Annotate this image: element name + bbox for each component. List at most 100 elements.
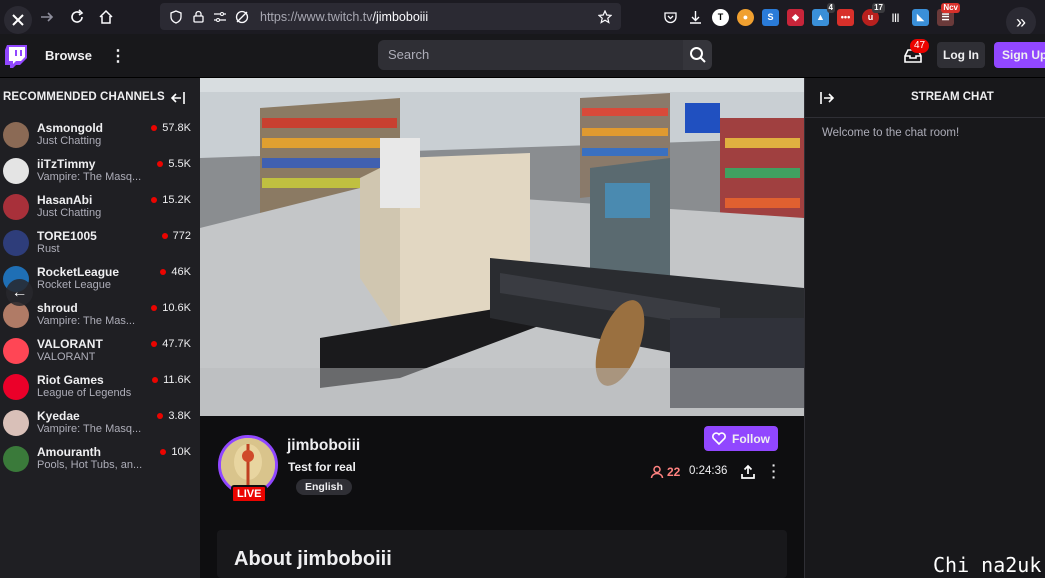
streamer-name[interactable]: jimboboiii <box>287 437 360 455</box>
channel-name: RocketLeague <box>37 265 120 279</box>
channel-name: iiTzTimmy <box>37 157 96 171</box>
collapse-sidebar-icon[interactable] <box>170 90 186 106</box>
chat-header: STREAM CHAT <box>805 78 1045 118</box>
dots-extension-icon[interactable]: ••• <box>837 8 854 26</box>
stream-chat: STREAM CHAT Welcome to the chat room! <box>804 78 1045 578</box>
sidebar: RECOMMENDED CHANNELS Asmongold Just Chatt… <box>0 78 200 578</box>
url-text[interactable]: https://www.twitch.tv/jimboboiii <box>260 10 595 24</box>
channel-viewers: 10.6K <box>151 302 191 314</box>
search-icon <box>689 47 706 63</box>
sidebar-channel[interactable]: Asmongold Just Chatting 57.8K <box>0 118 200 154</box>
live-dot-icon <box>161 233 168 239</box>
forward-button[interactable] <box>32 2 62 32</box>
close-tab-button[interactable] <box>4 6 32 34</box>
shield-extension-icon[interactable]: ◆ <box>787 8 804 26</box>
channel-viewer-count: 15.2K <box>162 194 191 206</box>
heart-icon <box>712 432 726 445</box>
url-host: https://www.twitch.tv <box>260 9 373 24</box>
ncv-extension-icon[interactable]: ☰ Ncv <box>937 2 960 26</box>
screenshot-extension-icon[interactable]: ◣ <box>912 8 929 26</box>
channel-category: VALORANT <box>37 351 96 363</box>
cookie-extension-icon[interactable]: ● <box>737 8 754 26</box>
search-input[interactable]: Search <box>378 40 683 70</box>
permissions-icon[interactable] <box>210 7 230 27</box>
channel-avatar <box>3 158 29 184</box>
channel-viewers: 57.8K <box>151 122 191 134</box>
follow-button[interactable]: Follow <box>704 426 778 451</box>
reload-button[interactable] <box>62 2 92 32</box>
channel-category: Vampire: The Masq... <box>37 171 142 183</box>
live-badge: LIVE <box>231 485 268 503</box>
channel-category: Just Chatting <box>37 207 102 219</box>
s-extension-icon[interactable]: S <box>762 8 779 26</box>
sidebar-channel[interactable]: Kyedae Vampire: The Masq... 3.8K <box>0 406 200 442</box>
more-menu-button[interactable]: ⋮ <box>110 46 126 66</box>
url-path: /jimboboiii <box>372 9 429 24</box>
channel-category: Just Chatting <box>37 135 102 147</box>
live-dot-icon <box>151 305 158 311</box>
close-icon <box>12 14 24 26</box>
home-button[interactable] <box>91 2 121 32</box>
shield-icon[interactable] <box>166 7 186 27</box>
more-options-button[interactable]: · · · <box>770 458 778 484</box>
channel-name: Riot Games <box>37 373 104 387</box>
channel-viewer-count: 5.5K <box>168 158 191 170</box>
extension-toolbar: T ● S ◆ ▲ 4 ••• u 17 ||| ◣ ☰ Ncv <box>662 2 960 29</box>
channel-name: Kyedae <box>37 409 80 423</box>
search-button[interactable] <box>683 40 712 70</box>
channel-viewer-count: 3.8K <box>168 410 191 422</box>
sidebar-channel[interactable]: shroud Vampire: The Mas... 10.6K <box>0 298 200 334</box>
channel-avatar <box>3 230 29 256</box>
channel-viewer-count: 47.7K <box>162 338 191 350</box>
extension-badge: Ncv <box>941 2 960 13</box>
sidebar-channel[interactable]: HasanAbi Just Chatting 15.2K <box>0 190 200 226</box>
bars-extension-icon[interactable]: ||| <box>887 9 904 26</box>
sidebar-channel[interactable]: Riot Games League of Legends 11.6K <box>0 370 200 406</box>
channel-category: Rocket League <box>37 279 111 291</box>
arrow-left-icon: ← <box>11 283 28 301</box>
download-icon[interactable] <box>687 9 704 26</box>
channel-name: VALORANT <box>37 337 103 351</box>
channel-avatar <box>3 122 29 148</box>
ublock-icon[interactable]: u 17 <box>862 2 885 26</box>
arrow-right-icon <box>41 12 54 22</box>
channel-viewers: 772 <box>161 230 191 242</box>
channel-viewer-count: 10K <box>171 446 191 458</box>
login-button[interactable]: Log In <box>937 42 985 68</box>
lock-icon[interactable] <box>188 7 208 27</box>
puzzle-extension-icon[interactable]: ▲ 4 <box>812 2 835 26</box>
extension-badge: 4 <box>826 2 835 13</box>
back-button[interactable]: ← <box>6 279 33 306</box>
sidebar-channel[interactable]: VALORANT VALORANT 47.7K <box>0 334 200 370</box>
tracking-blocked-icon[interactable] <box>232 7 252 27</box>
sidebar-channel[interactable]: Amouranth Pools, Hot Tubs, an... 10K <box>0 442 200 478</box>
browse-link[interactable]: Browse <box>45 48 92 63</box>
language-tag[interactable]: English <box>296 479 352 495</box>
t-extension-icon[interactable]: T <box>712 8 729 26</box>
channel-viewer-count: 11.6K <box>163 374 191 386</box>
expand-chat-icon[interactable] <box>819 90 835 106</box>
stream-video-frame <box>200 78 804 416</box>
twitch-logo-icon[interactable] <box>4 44 28 68</box>
channel-avatar <box>3 410 29 436</box>
overflow-menu-button[interactable]: » <box>1006 7 1036 37</box>
signup-button[interactable]: Sign Up <box>994 42 1045 68</box>
video-player[interactable] <box>200 78 804 416</box>
live-dot-icon <box>151 341 158 347</box>
watermark-text: Chi na2uk <box>933 553 1042 577</box>
vertical-dots-icon: ⋮ <box>110 48 126 65</box>
channel-avatar <box>3 194 29 220</box>
bookmark-star-icon[interactable] <box>595 7 615 27</box>
address-bar[interactable]: https://www.twitch.tv/jimboboiii <box>160 3 621 30</box>
chevrons-right-icon: » <box>1015 11 1026 32</box>
sidebar-channel[interactable]: TORE1005 Rust 772 <box>0 226 200 262</box>
channel-category: Rust <box>37 243 60 255</box>
stream-uptime: 0:24:36 <box>689 465 728 477</box>
sidebar-channel[interactable]: iiTzTimmy Vampire: The Masq... 5.5K <box>0 154 200 190</box>
share-icon[interactable] <box>740 464 756 480</box>
channel-viewer-count: 57.8K <box>162 122 191 134</box>
channel-viewer-count: 46K <box>171 266 191 278</box>
channel-category: Vampire: The Masq... <box>37 423 142 435</box>
channel-avatar <box>3 338 29 364</box>
pocket-icon[interactable] <box>662 9 679 26</box>
